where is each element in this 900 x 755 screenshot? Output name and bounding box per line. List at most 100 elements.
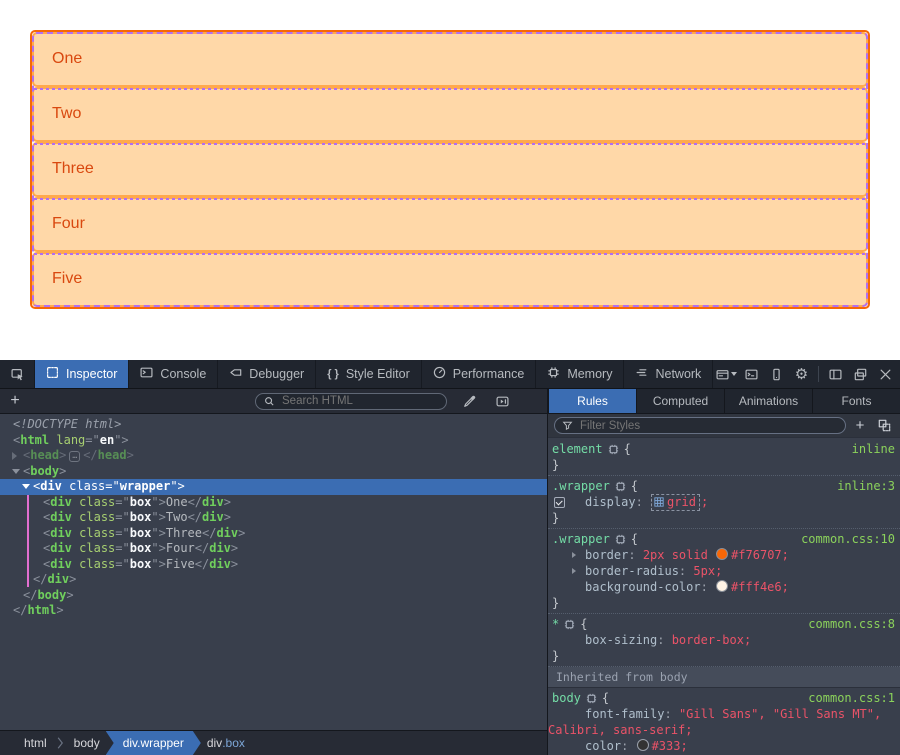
sidebar-tab-fonts[interactable]: Fonts: [812, 389, 900, 413]
stylesheet-link[interactable]: common.css:10: [801, 531, 900, 547]
markup-line[interactable]: <html lang="en">: [0, 433, 547, 449]
separate-window-icon[interactable]: [848, 360, 873, 388]
css-selector[interactable]: *: [552, 616, 559, 632]
css-selector[interactable]: .wrapper: [552, 531, 610, 547]
grid-toggle-icon[interactable]: [654, 495, 667, 509]
markup-line[interactable]: </body>: [0, 588, 547, 604]
rule-header[interactable]: .wrapper{inline:3: [548, 478, 900, 494]
declaration-checkbox[interactable]: [554, 497, 565, 508]
element-picker-icon[interactable]: [0, 360, 35, 388]
css-declaration[interactable]: box-sizing: border-box;: [548, 632, 900, 648]
breadcrumb-item[interactable]: html: [14, 731, 57, 755]
rule-header[interactable]: element{inline: [548, 441, 900, 457]
css-declaration[interactable]: font-family: "Gill Sans", "Gill Sans MT"…: [548, 706, 900, 738]
breadcrumb-item[interactable]: div.box: [197, 731, 255, 755]
markup-line[interactable]: <body>: [0, 464, 547, 480]
color-swatch[interactable]: [716, 580, 728, 592]
tab-label: Style Editor: [346, 367, 410, 381]
css-selector[interactable]: .wrapper: [552, 478, 610, 494]
rules-toolbar: +: [548, 414, 900, 438]
color-swatch[interactable]: [716, 548, 728, 560]
highlight-target-icon[interactable]: [564, 619, 575, 630]
settings-gear-icon[interactable]: ⚙: [789, 360, 814, 388]
filter-styles-field[interactable]: [578, 419, 838, 433]
dock-side-icon[interactable]: [823, 360, 848, 388]
close-icon[interactable]: [873, 360, 898, 388]
markup-line[interactable]: <div class="box">One</div>: [0, 495, 547, 511]
tab-style-editor[interactable]: { }Style Editor: [316, 360, 422, 388]
stylesheet-link[interactable]: common.css:8: [808, 616, 900, 632]
tab-performance[interactable]: Performance: [422, 360, 537, 388]
collapse-arrow-icon[interactable]: [12, 469, 20, 474]
code-token: ">: [151, 510, 165, 524]
markup-line[interactable]: </html>: [0, 603, 547, 619]
css-declaration[interactable]: display: grid;: [548, 494, 900, 510]
tab-network[interactable]: Network: [624, 360, 713, 388]
open-brace: {: [602, 690, 609, 706]
css-declaration[interactable]: border: 2px solid #f76707;: [548, 547, 900, 563]
code-token: div: [50, 526, 72, 540]
css-declaration[interactable]: color: #333;: [548, 738, 900, 754]
inspector-main: <!DOCTYPE html><html lang="en"><head>…</…: [0, 414, 900, 755]
pseudo-class-panel-icon[interactable]: [874, 419, 894, 432]
collapse-arrow-icon[interactable]: [22, 484, 30, 489]
rule-header[interactable]: *{common.css:8: [548, 616, 900, 632]
rule-header[interactable]: body { common.css:1: [548, 690, 900, 706]
markup-line[interactable]: <div class="box">Five</div>: [0, 557, 547, 573]
markup-line[interactable]: <div class="box">Four</div>: [0, 541, 547, 557]
markup-line[interactable]: <div class="wrapper">: [0, 479, 547, 495]
responsive-mode-icon[interactable]: [764, 360, 789, 388]
code-token: One: [166, 495, 188, 509]
highlight-target-icon[interactable]: [615, 481, 626, 492]
breadcrumb-item[interactable]: body: [64, 731, 110, 755]
code-token: </: [188, 495, 202, 509]
search-html-input[interactable]: [255, 393, 447, 410]
sidebar-tab-computed[interactable]: Computed: [636, 389, 724, 413]
stylesheet-link[interactable]: inline: [852, 441, 900, 457]
expand-arrow-icon[interactable]: [12, 452, 17, 460]
search-icon: [264, 396, 275, 407]
css-declaration[interactable]: background-color: #fff4e6;: [548, 579, 900, 595]
search-html-field[interactable]: [280, 394, 438, 408]
eyedropper-icon[interactable]: [458, 395, 480, 408]
stylesheet-link[interactable]: inline:3: [837, 478, 900, 494]
markup-line[interactable]: <div class="box">Two</div>: [0, 510, 547, 526]
filter-styles-input[interactable]: [554, 417, 846, 434]
css-selector[interactable]: element: [552, 441, 603, 457]
iframe-select-icon[interactable]: [714, 360, 739, 388]
tab-memory[interactable]: Memory: [536, 360, 624, 388]
stylesheet-link[interactable]: common.css:1: [808, 690, 900, 706]
code-token: div: [47, 572, 69, 586]
rule-header[interactable]: .wrapper{common.css:10: [548, 531, 900, 547]
sidebar-tab-rules[interactable]: Rules: [548, 389, 636, 413]
breadcrumb-item[interactable]: div.wrapper: [106, 731, 201, 755]
grid-toggle-chip[interactable]: grid: [651, 494, 700, 511]
play-panel-icon[interactable]: [491, 395, 513, 408]
tab-console[interactable]: Console: [129, 360, 218, 388]
highlight-target-icon[interactable]: [586, 693, 597, 704]
tab-inspector[interactable]: Inspector: [35, 360, 129, 388]
markup-line[interactable]: <head>…</head>: [0, 448, 547, 464]
code-token: ">: [114, 433, 128, 447]
split-console-icon[interactable]: [739, 360, 764, 388]
sidebar-tab-animations[interactable]: Animations: [724, 389, 812, 413]
highlight-target-icon[interactable]: [615, 534, 626, 545]
css-selector[interactable]: body: [552, 690, 581, 706]
add-node-button[interactable]: +: [0, 392, 30, 410]
code-token: wrapper: [120, 479, 171, 493]
tab-debugger[interactable]: Debugger: [218, 360, 316, 388]
highlight-target-icon[interactable]: [608, 444, 619, 455]
css-declaration[interactable]: border-radius: 5px;: [548, 563, 900, 579]
code-token: body: [37, 588, 66, 602]
code-token: ">: [151, 557, 165, 571]
color-swatch[interactable]: [637, 739, 649, 751]
add-rule-button[interactable]: +: [850, 417, 870, 434]
markup-line[interactable]: <div class="box">Three</div>: [0, 526, 547, 542]
markup-line[interactable]: </div>: [0, 572, 547, 588]
markup-line[interactable]: <!DOCTYPE html>: [0, 417, 547, 433]
code-token: div: [40, 479, 62, 493]
code-token: class: [79, 526, 115, 540]
code-token: html: [27, 603, 56, 617]
expand-arrow-icon[interactable]: [572, 552, 576, 558]
expand-arrow-icon[interactable]: [572, 568, 576, 574]
